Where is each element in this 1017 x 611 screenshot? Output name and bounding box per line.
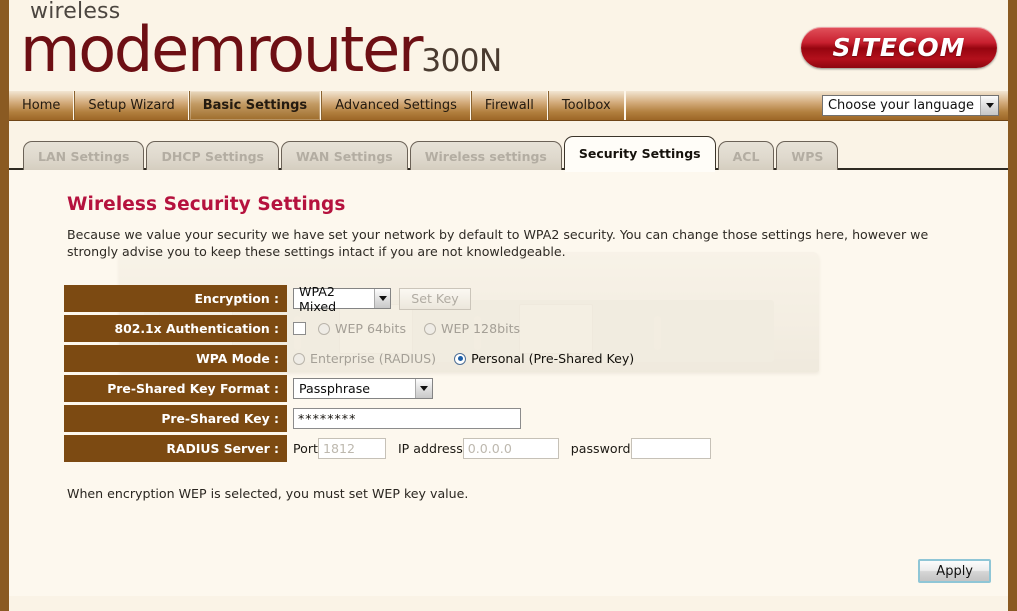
value-dot1x-authentication: WEP 64bits WEP 128bits <box>287 315 964 342</box>
label-wpa-mode: WPA Mode : <box>64 345 287 373</box>
wpa-mode-personal-radio[interactable] <box>454 352 467 365</box>
chevron-down-icon <box>980 96 998 115</box>
nav-item-setup-wizard[interactable]: Setup Wizard <box>74 91 189 120</box>
wep-64bits-radio[interactable] <box>318 322 330 335</box>
page-header: wireless modemrouter300N SITECOM <box>9 0 1008 91</box>
psk-format-select-value: Passphrase <box>299 381 371 397</box>
label-encryption: Encryption : <box>64 285 287 313</box>
nav-item-firewall[interactable]: Firewall <box>470 91 548 120</box>
page-title: Wireless Security Settings <box>67 194 346 215</box>
page-description: Because we value your security we have s… <box>67 227 929 259</box>
row-psk: Pre-Shared Key : <box>64 405 964 433</box>
wpa-mode-enterprise-radio[interactable] <box>293 352 305 365</box>
tab-security-settings[interactable]: Security Settings <box>563 136 716 172</box>
dot1x-enable-checkbox[interactable] <box>293 322 306 336</box>
label-psk: Pre-Shared Key : <box>64 405 287 433</box>
brand-modem-text: modem <box>20 13 247 86</box>
wpa-mode-enterprise-label: Enterprise (RADIUS) <box>310 351 437 367</box>
router-admin-page: wireless modemrouter300N SITECOM Home Se… <box>0 0 1017 611</box>
row-psk-format: Pre-Shared Key Format : Passphrase <box>64 375 964 403</box>
radius-ip-input[interactable] <box>462 438 559 460</box>
psk-format-select[interactable]: Passphrase <box>293 378 433 400</box>
apply-button[interactable]: Apply <box>918 559 991 583</box>
wep-128bits-option[interactable]: WEP 128bits <box>424 321 520 336</box>
nav-item-toolbox[interactable]: Toolbox <box>547 91 625 120</box>
apply-button-row: Apply <box>918 559 991 583</box>
label-psk-format: Pre-Shared Key Format : <box>64 375 287 403</box>
label-dot1x-authentication: 802.1x Authentication : <box>64 315 287 343</box>
nav-spacer <box>624 91 822 120</box>
wep-64bits-option[interactable]: WEP 64bits <box>318 321 406 336</box>
value-radius-server: Port IP address password <box>287 435 964 462</box>
encryption-select-value: WPA2 Mixed <box>299 283 337 314</box>
tab-lan-settings[interactable]: LAN Settings <box>23 141 145 170</box>
encryption-select[interactable]: WPA2 Mixed <box>293 284 391 314</box>
tab-wireless-settings[interactable]: Wireless settings <box>409 141 562 170</box>
chevron-down-icon <box>415 379 432 399</box>
settings-panel: Wireless Security Settings Because we va… <box>9 170 1008 501</box>
radius-password-input[interactable] <box>630 438 711 460</box>
nav-item-basic-settings[interactable]: Basic Settings <box>188 91 322 120</box>
brand-model-text: 300N <box>421 43 502 79</box>
radius-ip-label: IP address <box>397 441 463 457</box>
wpa-mode-personal-option[interactable]: Personal (Pre-Shared Key) <box>454 351 634 366</box>
settings-tabs: LAN Settings DHCP Settings WAN Settings … <box>9 134 1008 172</box>
language-select-label: Choose your language <box>827 98 974 113</box>
row-radius-server: RADIUS Server : Port IP address password <box>64 435 964 463</box>
tab-wps[interactable]: WPS <box>776 141 839 170</box>
content-area: Wireless Security Settings Because we va… <box>9 170 1008 596</box>
tab-wan-settings[interactable]: WAN Settings <box>281 141 408 170</box>
wep-note: When encryption WEP is selected, you mus… <box>67 486 469 502</box>
tab-acl[interactable]: ACL <box>717 141 775 170</box>
nav-item-advanced-settings[interactable]: Advanced Settings <box>321 91 471 120</box>
value-encryption: WPA2 Mixed Set Key <box>287 284 964 314</box>
tab-dhcp-settings[interactable]: DHCP Settings <box>146 141 279 170</box>
nav-item-home[interactable]: Home <box>9 91 75 120</box>
label-radius-server: RADIUS Server : <box>64 435 287 463</box>
radius-port-input[interactable] <box>317 438 386 460</box>
row-wpa-mode: WPA Mode : Enterprise (RADIUS) Personal … <box>64 345 964 373</box>
value-wpa-mode: Enterprise (RADIUS) Personal (Pre-Shared… <box>287 345 964 372</box>
radius-password-label: password <box>570 441 631 457</box>
main-navigation: Home Setup Wizard Basic Settings Advance… <box>9 91 1008 121</box>
wpa-mode-enterprise-option[interactable]: Enterprise (RADIUS) <box>293 351 436 366</box>
wep-128bits-radio[interactable] <box>424 322 437 335</box>
value-psk <box>287 405 964 432</box>
sitecom-logo-text: SITECOM <box>832 33 966 62</box>
set-key-button[interactable]: Set Key <box>399 287 471 310</box>
language-selector-wrap: Choose your language <box>821 91 1008 120</box>
wpa-mode-personal-label: Personal (Pre-Shared Key) <box>471 351 635 367</box>
row-dot1x-authentication: 802.1x Authentication : WEP 64bits WEP 1… <box>64 315 964 343</box>
sitecom-logo: SITECOM <box>801 27 997 68</box>
security-settings-table: Encryption : WPA2 Mixed Set Key 802.1x A… <box>64 282 964 465</box>
row-encryption: Encryption : WPA2 Mixed Set Key <box>64 284 964 314</box>
wep-64bits-label: WEP 64bits <box>335 321 407 337</box>
radius-port-label: Port <box>293 441 318 457</box>
brand-router-text: router <box>245 13 423 86</box>
brand-wordmark: wireless modemrouter300N <box>20 0 502 81</box>
language-select[interactable]: Choose your language <box>821 95 999 116</box>
brand-product-text: modemrouter300N <box>20 19 502 81</box>
value-psk-format: Passphrase <box>287 375 964 402</box>
chevron-down-icon <box>374 289 390 309</box>
wep-128bits-label: WEP 128bits <box>441 321 521 337</box>
psk-input[interactable] <box>293 408 521 430</box>
